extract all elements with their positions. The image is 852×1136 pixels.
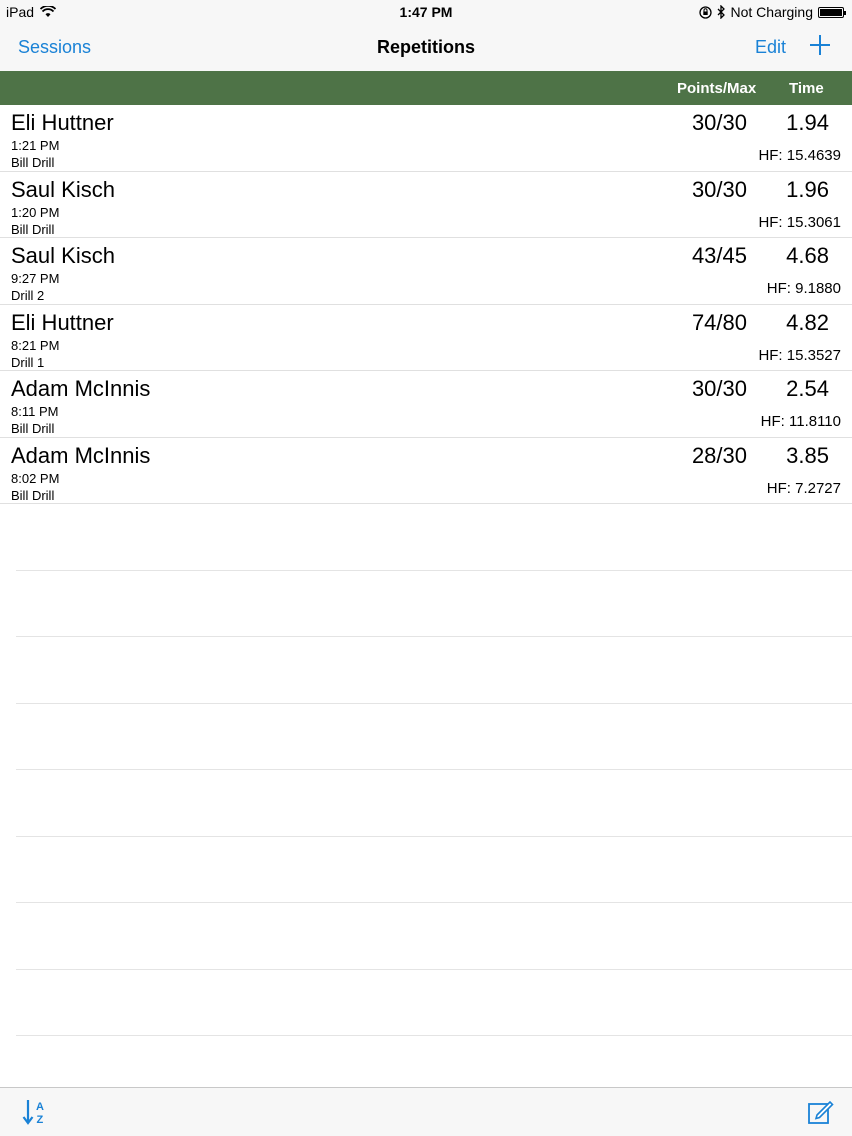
time-value: 4.82	[786, 309, 829, 335]
table-row[interactable]: Adam McInnis 8:11 PM Bill Drill 30/30 2.…	[0, 371, 852, 438]
drill-name: Bill Drill	[11, 221, 55, 237]
rotation-lock-icon	[698, 5, 712, 19]
empty-table-area	[0, 504, 852, 1036]
page-title: Repetitions	[376, 37, 475, 57]
row-timestamp: 8:02 PM	[11, 470, 60, 486]
row-timestamp: 1:20 PM	[11, 204, 60, 220]
shooter-name: Saul Kisch	[11, 176, 115, 202]
hit-factor: HF: 15.4639	[758, 147, 841, 164]
row-timestamp: 9:27 PM	[11, 271, 60, 286]
table-row[interactable]: Eli Huttner 1:21 PM Bill Drill 30/30 1.9…	[0, 105, 852, 172]
drill-name: Bill Drill	[11, 421, 55, 436]
navigation-bar: Sessions Repetitions Edit	[0, 24, 852, 71]
empty-row-separator	[16, 504, 852, 571]
time-value: 3.85	[786, 442, 829, 468]
time-value: 4.68	[786, 243, 829, 268]
status-right: Not Charging	[698, 4, 846, 20]
table-row[interactable]: Saul Kisch 1:20 PM Bill Drill 30/30 1.96…	[0, 172, 852, 238]
svg-text:A: A	[36, 1101, 44, 1113]
time-value: 1.94	[786, 110, 829, 135]
shooter-name: Eli Huttner	[11, 309, 114, 335]
empty-row-separator	[16, 704, 852, 770]
points-value: 30/30	[691, 110, 747, 135]
hit-factor: HF: 15.3527	[758, 346, 841, 364]
status-bar: iPad 1:47 PM Not Charging	[0, 0, 852, 24]
plus-icon[interactable]	[808, 33, 832, 57]
row-timestamp: 1:21 PM	[11, 138, 60, 153]
drill-name: Bill Drill	[11, 487, 55, 503]
edit-button[interactable]: Edit	[755, 37, 786, 58]
repetitions-list: Eli Huttner 1:21 PM Bill Drill 30/30 1.9…	[0, 105, 852, 504]
shooter-name: Saul Kisch	[11, 243, 115, 268]
empty-row-separator	[16, 903, 852, 970]
hit-factor: HF: 11.8110	[760, 413, 841, 430]
row-timestamp: 8:21 PM	[11, 337, 60, 353]
time-value: 2.54	[786, 376, 829, 401]
svg-text:Z: Z	[37, 1114, 44, 1126]
bluetooth-icon	[717, 5, 725, 19]
drill-name: Drill 1	[11, 354, 45, 370]
empty-row-separator	[16, 837, 852, 903]
empty-row-separator	[16, 970, 852, 1036]
points-value: 74/80	[691, 309, 747, 335]
battery-icon	[818, 6, 846, 18]
hit-factor: HF: 15.3061	[758, 213, 841, 231]
time-value: 1.96	[786, 176, 829, 202]
battery-fill	[820, 8, 842, 16]
hit-factor: HF: 9.1880	[766, 280, 841, 297]
empty-row-separator	[16, 637, 852, 704]
points-value: 30/30	[691, 176, 747, 202]
compose-icon[interactable]	[807, 1099, 835, 1125]
sort-az-icon[interactable]: A Z	[22, 1098, 48, 1126]
bottom-toolbar: A Z	[0, 1087, 852, 1136]
empty-row-separator	[16, 571, 852, 637]
time-header: Time	[789, 80, 824, 97]
points-max-header: Points/Max	[677, 80, 757, 97]
empty-row-separator	[16, 770, 852, 837]
table-row[interactable]: Adam McInnis 8:02 PM Bill Drill 28/30 3.…	[0, 438, 852, 504]
points-value: 28/30	[691, 442, 747, 468]
drill-name: Bill Drill	[11, 155, 55, 170]
charging-status: Not Charging	[730, 4, 814, 20]
points-value: 43/45	[691, 243, 747, 268]
drill-name: Drill 2	[11, 288, 45, 303]
row-timestamp: 8:11 PM	[11, 404, 59, 419]
column-header: Points/Max Time	[0, 71, 852, 105]
table-row[interactable]: Saul Kisch 9:27 PM Drill 2 43/45 4.68 HF…	[0, 238, 852, 305]
hit-factor: HF: 7.2727	[766, 479, 841, 497]
shooter-name: Adam McInnis	[11, 442, 151, 468]
shooter-name: Eli Huttner	[11, 110, 114, 135]
points-value: 30/30	[691, 376, 747, 401]
shooter-name: Adam McInnis	[11, 376, 151, 401]
table-row[interactable]: Eli Huttner 8:21 PM Drill 1 74/80 4.82 H…	[0, 305, 852, 371]
